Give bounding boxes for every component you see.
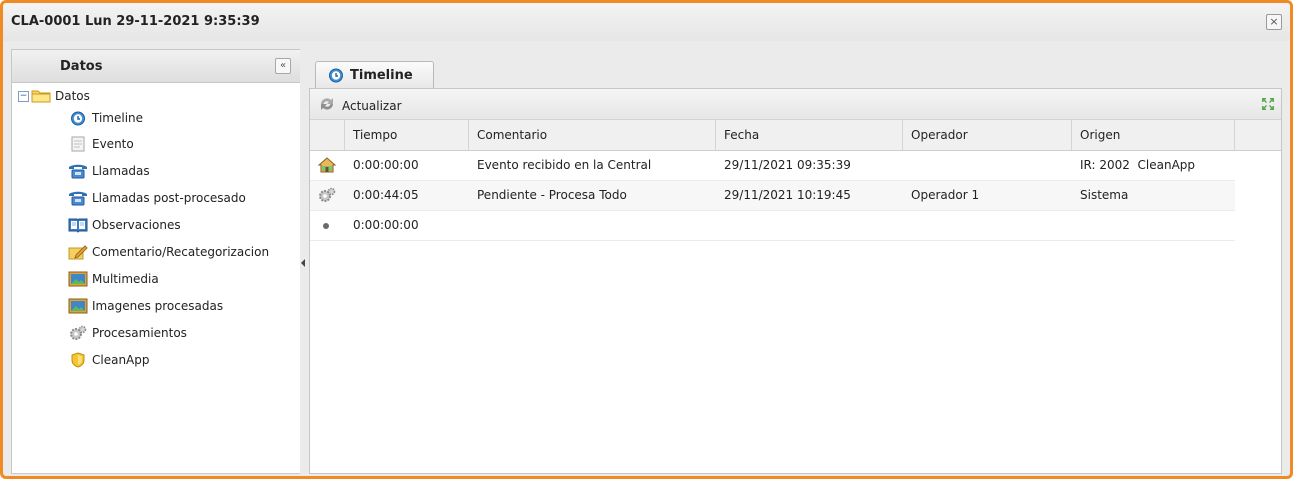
panel-splitter[interactable]	[300, 49, 308, 474]
dot-icon	[318, 217, 336, 233]
cell-fecha: 29/11/2021 09:35:39	[724, 158, 851, 172]
tree-item-label: Multimedia	[92, 272, 159, 286]
cell-origen	[1072, 211, 1235, 240]
tree-item-observaciones[interactable]: Observaciones	[68, 214, 181, 236]
cell-origen: Sistema	[1080, 188, 1129, 202]
gears-icon	[68, 325, 88, 341]
folder-icon	[31, 88, 51, 104]
column-header-operador[interactable]: Operador	[903, 120, 1072, 150]
column-header-origen[interactable]: Origen	[1072, 120, 1235, 150]
column-header-comentario[interactable]: Comentario	[469, 120, 716, 150]
tree-item-llamadas[interactable]: Llamadas	[68, 160, 150, 182]
document-icon	[68, 136, 88, 152]
timeline-toolbar: Actualizar	[310, 89, 1281, 120]
timeline-grid-header: Tiempo Comentario Fecha Operador Origen	[310, 120, 1281, 151]
phone-icon	[68, 190, 88, 206]
cell-fecha	[716, 211, 903, 240]
datos-panel-header: Datos «	[12, 50, 301, 83]
tree-item-label: Procesamientos	[92, 326, 187, 340]
event-window: CLA-0001 Lun 29-11-2021 9:35:39 × Datos …	[0, 0, 1293, 479]
tree-item-procesamientos[interactable]: Procesamientos	[68, 322, 187, 344]
expand-icon[interactable]	[1261, 97, 1275, 111]
cell-tiempo: 0:00:00:00	[353, 158, 419, 172]
home-icon	[317, 157, 337, 173]
tree-root-datos[interactable]: − Datos	[18, 87, 90, 105]
tree-item-label: Timeline	[92, 111, 144, 125]
image-icon	[68, 298, 88, 314]
tree-item-llamadas-post-procesado[interactable]: Llamadas post-procesado	[68, 187, 246, 209]
timeline-icon	[326, 67, 346, 83]
tree-item-label: Evento	[92, 137, 134, 151]
cell-operador: Operador 1	[911, 188, 980, 202]
column-header-icon	[310, 120, 345, 150]
refresh-label: Actualizar	[342, 98, 402, 113]
image-icon	[68, 271, 88, 287]
window-title: CLA-0001 Lun 29-11-2021 9:35:39	[11, 14, 260, 29]
shield-icon	[68, 352, 88, 368]
cell-tiempo: 0:00:00:00	[353, 218, 419, 232]
cell-operador	[903, 151, 1072, 180]
tree-item-cleanapp[interactable]: CleanApp	[68, 349, 150, 371]
refresh-icon	[318, 96, 336, 115]
window-titlebar: CLA-0001 Lun 29-11-2021 9:35:39 ×	[3, 3, 1290, 41]
tree-item-timeline[interactable]: Timeline	[68, 107, 143, 129]
datos-panel-title: Datos	[60, 59, 103, 74]
datos-panel: Datos « − Datos Timeline Evento Llamadas…	[11, 49, 302, 474]
tab-label: Timeline	[350, 67, 413, 83]
tree-item-label: Llamadas	[92, 164, 150, 178]
tab-timeline[interactable]: Timeline	[315, 61, 434, 88]
refresh-button[interactable]: Actualizar	[318, 96, 402, 115]
cell-fecha: 29/11/2021 10:19:45	[724, 188, 851, 202]
cell-comentario	[469, 211, 716, 240]
pencil-note-icon	[68, 244, 88, 260]
column-header-tiempo[interactable]: Tiempo	[345, 120, 469, 150]
tree-collapse-toggle[interactable]: −	[18, 90, 29, 102]
tree-root-label: Datos	[55, 89, 90, 103]
column-header-filler	[1235, 120, 1281, 150]
book-icon	[68, 217, 88, 233]
splitter-collapse-arrow-icon[interactable]	[301, 259, 305, 267]
collapse-panel-button[interactable]: «	[275, 58, 291, 74]
close-button[interactable]: ×	[1266, 14, 1282, 30]
tree-item-label: Imagenes procesadas	[92, 299, 224, 313]
cell-origen: IR: 2002 CleanApp	[1080, 158, 1196, 172]
cell-operador	[903, 211, 1072, 240]
gears-icon	[318, 187, 336, 203]
tree-item-multimedia[interactable]: Multimedia	[68, 268, 159, 290]
tree-item-label: Observaciones	[92, 218, 181, 232]
cell-comentario: Evento recibido en la Central	[477, 158, 652, 172]
cell-comentario: Pendiente - Procesa Todo	[477, 188, 627, 202]
table-row[interactable]: 0:00:00:00	[310, 211, 1235, 241]
tree-item-label: Llamadas post-procesado	[92, 191, 246, 205]
table-row[interactable]: 0:00:00:00 Evento recibido en la Central…	[310, 151, 1235, 181]
timeline-icon	[68, 110, 88, 126]
tree-item-imagenes-procesadas[interactable]: Imagenes procesadas	[68, 295, 223, 317]
phone-icon	[68, 163, 88, 179]
timeline-content: Actualizar Tiempo Comentario Fecha Opera…	[309, 88, 1282, 474]
table-row[interactable]: 0:00:44:05 Pendiente - Procesa Todo 29/1…	[310, 181, 1235, 211]
tree-item-evento[interactable]: Evento	[68, 133, 134, 155]
cell-tiempo: 0:00:44:05	[353, 188, 419, 202]
tree-item-comentario-recategorizacion[interactable]: Comentario/Recategorizacion	[68, 241, 269, 263]
main-panel: Timeline Actualizar Tiempo Comentario Fe…	[309, 53, 1282, 474]
tree-item-label: CleanApp	[92, 353, 150, 367]
column-header-fecha[interactable]: Fecha	[716, 120, 903, 150]
tree-item-label: Comentario/Recategorizacion	[92, 245, 270, 259]
